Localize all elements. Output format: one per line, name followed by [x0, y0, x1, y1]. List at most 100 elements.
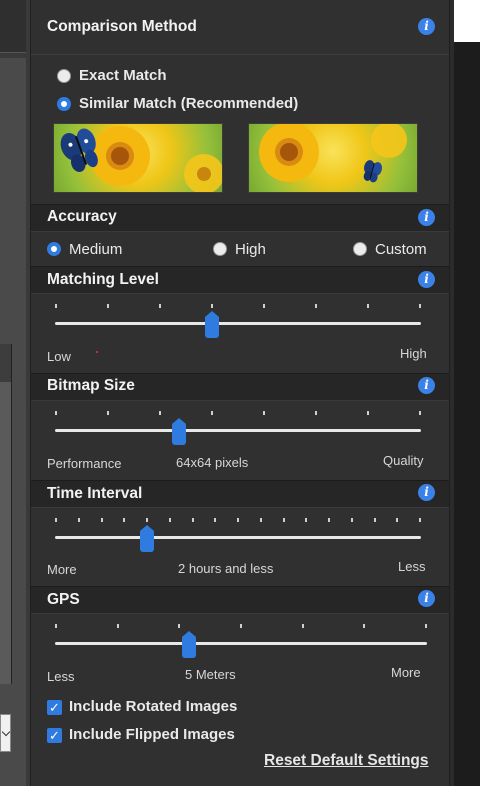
slider-tick	[283, 518, 285, 522]
matching-level-slider[interactable]	[55, 304, 421, 338]
slider-tick	[315, 304, 317, 308]
slider-tick	[260, 518, 262, 522]
slider-handle[interactable]	[182, 631, 196, 658]
slider-tick	[302, 624, 304, 628]
matching-level-min-label: Low	[47, 349, 71, 364]
time-interval-info-icon[interactable]: i	[418, 484, 435, 501]
left-toolbar	[0, 0, 26, 53]
include-flipped-label[interactable]: Include Flipped Images	[69, 726, 235, 743]
slider-handle[interactable]	[172, 418, 186, 445]
bitmap-size-slider[interactable]	[55, 411, 421, 445]
accuracy-info-icon[interactable]: i	[418, 209, 435, 226]
bitmap-size-value-label: 64x64 pixels	[176, 455, 249, 470]
slider-tick	[55, 624, 57, 628]
matching-level-title: Matching Level	[47, 271, 159, 288]
time-interval-value-label: 2 hours and less	[178, 561, 274, 576]
bitmap-size-title: Bitmap Size	[47, 377, 135, 394]
accuracy-medium-radio[interactable]	[47, 242, 61, 256]
exact-match-radio[interactable]	[57, 69, 71, 83]
slider-handle[interactable]	[205, 311, 219, 338]
accuracy-high-label[interactable]: High	[235, 241, 266, 258]
slider-tick	[146, 518, 148, 522]
bitmap-size-max-label: Quality	[383, 453, 424, 468]
slider-tick	[419, 304, 421, 308]
slider-tick	[211, 304, 213, 308]
comparison-info-icon[interactable]: i	[418, 18, 435, 35]
slider-tick	[107, 411, 109, 415]
include-flipped-checkbox[interactable]: ✓	[47, 728, 62, 743]
gps-max-label: More	[391, 665, 421, 680]
marker-dot	[96, 351, 98, 353]
reset-default-settings-link[interactable]: Reset Default Settings	[264, 752, 429, 770]
slider-tick	[55, 411, 57, 415]
slider-tick	[107, 304, 109, 308]
slider-tick	[78, 518, 80, 522]
gps-title: GPS	[47, 591, 80, 608]
slider-tick	[374, 518, 376, 522]
slider-tick	[263, 411, 265, 415]
slider-tick	[305, 518, 307, 522]
gps-value-label: 5 Meters	[185, 667, 236, 682]
accuracy-custom-label[interactable]: Custom	[375, 241, 427, 258]
slider-tick	[55, 304, 57, 308]
slider-tick	[117, 624, 119, 628]
slider-tick	[159, 304, 161, 308]
right-dark-area	[454, 42, 480, 786]
include-rotated-label[interactable]: Include Rotated Images	[69, 698, 237, 715]
slider-tick	[240, 624, 242, 628]
accuracy-custom-radio[interactable]	[353, 242, 367, 256]
left-list	[0, 344, 12, 684]
similar-match-label[interactable]: Similar Match (Recommended)	[79, 95, 298, 112]
slider-tick	[351, 518, 353, 522]
similar-preview-image	[248, 123, 418, 193]
slider-track[interactable]	[55, 429, 421, 432]
time-interval-slider[interactable]	[55, 518, 421, 552]
slider-tick	[419, 518, 421, 522]
slider-tick	[263, 304, 265, 308]
bitmap-size-info-icon[interactable]: i	[418, 377, 435, 394]
time-interval-max-label: Less	[398, 559, 426, 574]
slider-tick	[214, 518, 216, 522]
gps-min-label: Less	[47, 669, 75, 684]
gps-info-icon[interactable]: i	[418, 590, 435, 607]
divider	[31, 54, 449, 55]
gps-header	[31, 586, 449, 614]
slider-tick	[169, 518, 171, 522]
slider-tick	[159, 411, 161, 415]
slider-track[interactable]	[55, 322, 421, 325]
include-rotated-checkbox[interactable]: ✓	[47, 700, 62, 715]
time-interval-min-label: More	[47, 562, 77, 577]
slider-tick	[367, 411, 369, 415]
left-dropdown[interactable]	[0, 714, 11, 752]
matching-level-max-label: High	[400, 346, 427, 361]
sunflower-butterfly-left	[60, 126, 222, 192]
slider-handle[interactable]	[140, 525, 154, 552]
slider-tick	[419, 411, 421, 415]
slider-tick	[367, 304, 369, 308]
slider-tick	[315, 411, 317, 415]
comparison-method-title: Comparison Method	[47, 18, 197, 35]
bitmap-size-min-label: Performance	[47, 456, 122, 471]
slider-tick	[178, 624, 180, 628]
similar-match-radio[interactable]	[57, 97, 71, 111]
slider-tick	[192, 518, 194, 522]
accuracy-title: Accuracy	[47, 208, 117, 225]
right-window-edge	[454, 0, 480, 42]
slider-tick	[328, 518, 330, 522]
matching-level-info-icon[interactable]: i	[418, 271, 435, 288]
settings-panel: Comparison Method i Exact Match Similar …	[30, 0, 450, 786]
exact-preview-image	[53, 123, 223, 193]
slider-track[interactable]	[55, 536, 421, 539]
slider-tick	[363, 624, 365, 628]
exact-match-label[interactable]: Exact Match	[79, 67, 167, 84]
time-interval-title: Time Interval	[47, 485, 143, 502]
gps-slider[interactable]	[55, 624, 427, 658]
slider-tick	[425, 624, 427, 628]
accuracy-high-radio[interactable]	[213, 242, 227, 256]
accuracy-medium-label[interactable]: Medium	[69, 241, 122, 258]
slider-tick	[101, 518, 103, 522]
sunflower-butterfly-right	[259, 124, 407, 183]
slider-track[interactable]	[55, 642, 427, 645]
slider-tick	[211, 411, 213, 415]
left-list-header	[0, 344, 11, 382]
